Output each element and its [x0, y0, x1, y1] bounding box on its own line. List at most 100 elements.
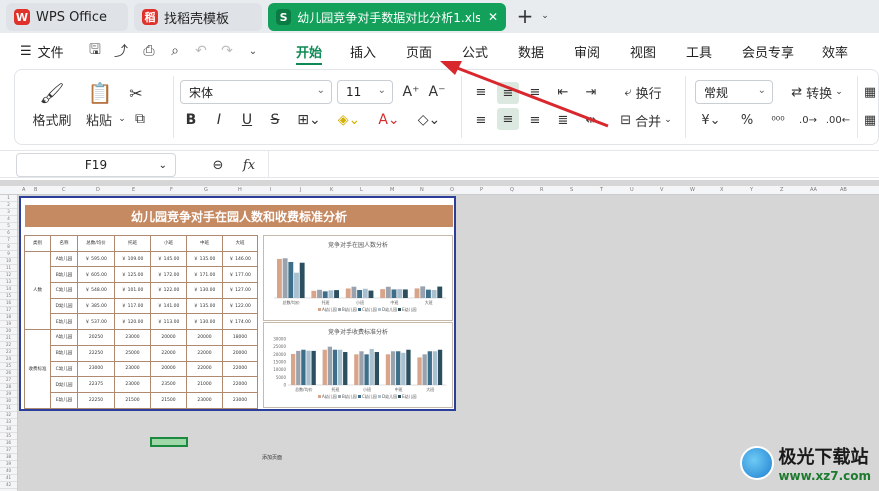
- conditional-format-icon[interactable]: ▦: [863, 82, 877, 102]
- convert-button[interactable]: ⇄ 转换 ⌄: [781, 82, 853, 102]
- table-row: C幼儿园 ￥ 548.00 ￥ 101.00 ￥ 122.00 ￥ 130.00 ￥ 12…: [25, 282, 258, 299]
- fx-icon[interactable]: fx: [238, 155, 260, 175]
- format-painter-button[interactable]: 格式刷: [29, 110, 75, 129]
- table-row: 收费标准 A幼儿园 20250 23000 20000 20000 18000: [24, 329, 258, 409]
- tab-insert[interactable]: 插入: [350, 33, 376, 69]
- tab-template[interactable]: 稻 找稻壳模板: [134, 3, 262, 31]
- redo-icon[interactable]: ↷: [218, 42, 236, 60]
- header-cell[interactable]: 小班: [150, 235, 187, 252]
- clear-icon[interactable]: ◇⌄: [415, 110, 443, 130]
- legend-label: D幼儿园: [382, 306, 397, 312]
- header-cell[interactable]: 类别: [24, 235, 51, 252]
- tab-formula[interactable]: 公式: [462, 33, 488, 69]
- cell-style-icon[interactable]: ▦: [863, 110, 877, 130]
- zoom-icon[interactable]: ⊖: [208, 155, 228, 175]
- new-tab-icon[interactable]: +: [514, 4, 536, 28]
- align-center-icon[interactable]: ≡: [497, 108, 519, 130]
- indent-increase-icon[interactable]: ⇥: [581, 82, 601, 102]
- align-bottom-icon[interactable]: ≡: [525, 82, 545, 102]
- distribute-icon[interactable]: ⇹: [581, 110, 601, 130]
- header-cell[interactable]: 托班: [114, 235, 151, 252]
- align-right-icon[interactable]: ≡: [525, 110, 545, 130]
- header-cell[interactable]: 大班: [222, 235, 258, 252]
- align-top-icon[interactable]: ≡: [471, 82, 491, 102]
- tab-efficiency[interactable]: 效率: [822, 33, 848, 69]
- tab-review[interactable]: 审阅: [574, 33, 600, 69]
- tab-member[interactable]: 会员专享: [742, 33, 794, 69]
- chart-enrollment[interactable]: 竞争对手在园人数分析 总数/均价 托班 小班 中班 大班 A幼儿园 B幼儿园 C幼儿园 D幼儿园…: [263, 235, 453, 321]
- x-tick-label: 小班: [356, 299, 364, 305]
- undo-icon[interactable]: ↶: [192, 42, 210, 60]
- file-menu[interactable]: ☰ 文件: [20, 33, 64, 69]
- chevron-down-icon[interactable]: ⌄: [244, 42, 262, 60]
- bar: [277, 258, 282, 298]
- align-middle-icon[interactable]: ≡: [497, 82, 519, 104]
- bar: [362, 288, 368, 298]
- bar: [357, 289, 363, 298]
- bar: [406, 349, 411, 385]
- border-icon[interactable]: ⊞⌄: [295, 110, 323, 130]
- tab-page[interactable]: 页面: [406, 33, 432, 69]
- fill-color-icon[interactable]: ◈⌄: [335, 110, 363, 130]
- tab-view[interactable]: 视图: [630, 33, 656, 69]
- print-icon[interactable]: ⎙: [140, 42, 158, 60]
- header-cell[interactable]: 中班: [186, 235, 223, 252]
- tab-spreadsheet[interactable]: S 幼儿园竞争对手数据对比分析1.xlsx ✕: [268, 3, 506, 31]
- convert-icon: ⇄: [791, 84, 803, 100]
- x-tick-label: 托班: [322, 299, 330, 305]
- font-color-icon[interactable]: A⌄: [375, 110, 403, 130]
- close-icon[interactable]: ✕: [488, 10, 498, 24]
- percent-icon[interactable]: %: [737, 110, 757, 130]
- increase-font-icon[interactable]: A⁺: [401, 82, 421, 102]
- align-left-icon[interactable]: ≡: [471, 110, 491, 130]
- y-tick-label: 30000: [273, 337, 286, 342]
- group-cell[interactable]: 收费标准: [24, 329, 51, 409]
- chevron-down-icon: ⌄: [835, 87, 843, 97]
- bar: [311, 290, 317, 298]
- legend-swatch: [318, 395, 321, 398]
- font-size-select[interactable]: 11 ⌄: [337, 80, 393, 104]
- bar: [337, 349, 343, 385]
- paste-button[interactable]: 粘贴: [79, 110, 119, 129]
- table-row: E幼儿园 ￥ 537.00 ￥ 120.00 ￥ 113.00 ￥ 130.00 ￥ 17…: [25, 313, 258, 331]
- font-name-select[interactable]: 宋体 ⌄: [180, 80, 332, 104]
- copy-icon[interactable]: ⧉: [125, 110, 155, 128]
- chevron-down-icon[interactable]: ⌄: [538, 8, 552, 24]
- merge-button[interactable]: ⊟ 合并 ⌄: [613, 110, 679, 130]
- bar: [437, 286, 443, 298]
- number-format-select[interactable]: 常规 ⌄: [695, 80, 773, 104]
- wrap-text-button[interactable]: ⤶ 换行: [613, 82, 673, 102]
- strikethrough-icon[interactable]: S: [265, 110, 285, 130]
- cut-icon[interactable]: ✂: [123, 82, 149, 104]
- bold-icon[interactable]: B: [181, 110, 201, 130]
- bar: [396, 351, 401, 385]
- group-cell[interactable]: 人数: [24, 250, 51, 331]
- chart-fees[interactable]: 竞争对手收费标准分析 0 5000 10000 15000 20000 25000 3000…: [263, 322, 453, 408]
- add-page-label[interactable]: 添加页面: [262, 454, 282, 461]
- increase-decimal-icon[interactable]: .0→: [797, 110, 819, 130]
- print-preview-icon[interactable]: ⌕: [166, 42, 184, 60]
- format-painter-icon[interactable]: 🖌: [37, 80, 67, 106]
- underline-icon[interactable]: U: [237, 110, 257, 130]
- tab-tools[interactable]: 工具: [686, 33, 712, 69]
- thousands-icon[interactable]: ⁰⁰⁰: [767, 110, 789, 130]
- tab-wps-office[interactable]: W WPS Office: [6, 3, 128, 31]
- header-cell[interactable]: 名称: [50, 235, 78, 252]
- tab-data[interactable]: 数据: [518, 33, 544, 69]
- tab-home[interactable]: 开始: [296, 33, 323, 69]
- legend-label: C幼儿园: [362, 393, 377, 399]
- decrease-font-icon[interactable]: A⁻: [427, 82, 447, 102]
- italic-icon[interactable]: I: [209, 110, 229, 130]
- chevron-down-icon: ⌄: [377, 85, 386, 96]
- paste-icon[interactable]: 📋: [85, 80, 115, 106]
- table-row: B幼儿园 ￥ 605.00 ￥ 125.00 ￥ 172.00 ￥ 171.00 ￥ 17…: [25, 266, 258, 284]
- currency-icon[interactable]: ¥⌄: [697, 110, 725, 130]
- name-box[interactable]: F19 ⌄: [16, 153, 176, 177]
- export-icon[interactable]: ⤴: [112, 42, 130, 60]
- justify-icon[interactable]: ≣: [553, 110, 573, 130]
- selected-cell[interactable]: [150, 437, 188, 447]
- decrease-decimal-icon[interactable]: .00←: [826, 110, 850, 130]
- indent-decrease-icon[interactable]: ⇤: [553, 82, 573, 102]
- save-icon[interactable]: 🖫: [86, 42, 104, 60]
- header-cell[interactable]: 总数/均价: [77, 235, 115, 252]
